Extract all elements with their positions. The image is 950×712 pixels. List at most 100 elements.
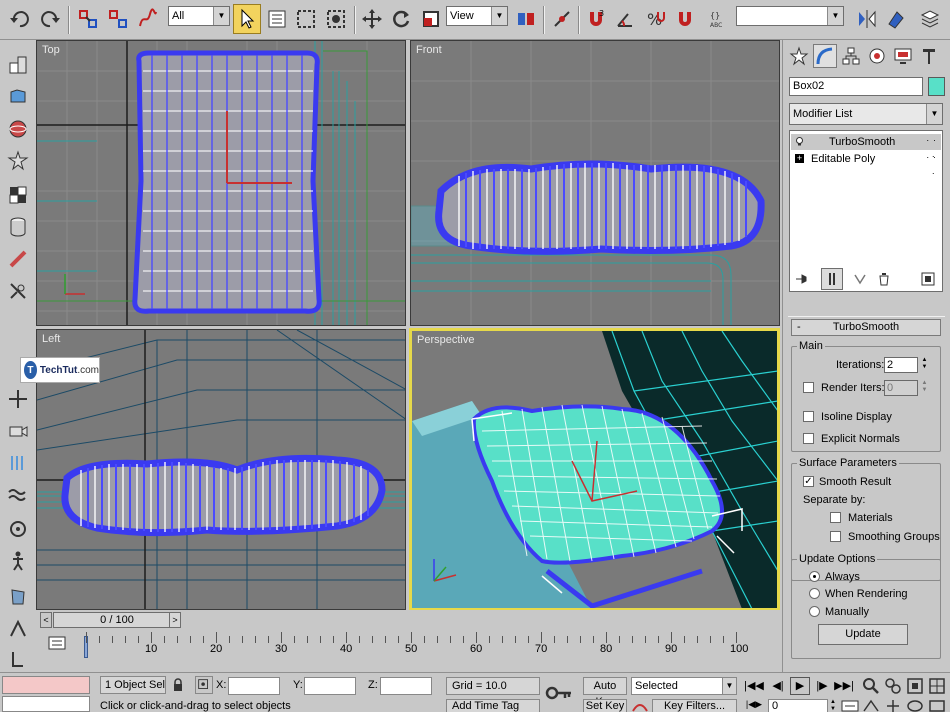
display-tab-icon[interactable] <box>891 44 915 68</box>
spinner-arrows-icon[interactable]: ▲ ▼ <box>920 380 929 396</box>
spinner-arrows-icon[interactable]: ▲ ▼ <box>920 357 929 373</box>
x-coordinate-field[interactable] <box>228 677 280 695</box>
redo-icon[interactable] <box>36 4 64 34</box>
percent-snap-icon[interactable]: % <box>641 4 669 34</box>
expand-plus-icon[interactable]: + <box>795 154 804 163</box>
modifier-list-dropdown[interactable]: Modifier List ▼ <box>789 103 943 125</box>
maxscript-listener[interactable] <box>2 676 90 694</box>
object-color-swatch[interactable] <box>928 77 945 96</box>
camera-icon[interactable] <box>5 418 31 444</box>
align-icon[interactable] <box>882 4 910 34</box>
previous-frame-icon[interactable]: ◀| <box>768 677 788 695</box>
render-iters-spinner-input[interactable]: 0 <box>884 380 918 396</box>
time-slider-thumb[interactable]: 0 / 100 <box>53 612 181 628</box>
modify-tab-icon[interactable] <box>813 44 837 68</box>
key-filters-button[interactable]: Key Filters... <box>652 699 737 712</box>
set-key-mode-icon[interactable] <box>545 683 573 703</box>
layer-manager-icon[interactable] <box>916 4 944 34</box>
viewport-front[interactable]: Front <box>410 40 780 326</box>
hair-icon[interactable] <box>5 616 31 642</box>
y-coordinate-field[interactable] <box>304 677 356 695</box>
next-frame-icon[interactable]: |▶ <box>812 677 832 695</box>
bone-icon[interactable] <box>5 246 31 272</box>
stack-item-turbosmooth[interactable]: TurboSmooth · · · <box>791 134 941 161</box>
time-slider[interactable]: < 0 / 100 > <box>36 610 782 630</box>
undo-icon[interactable] <box>6 4 34 34</box>
track-bar[interactable]: 10 20 30 40 50 60 70 80 90 100 <box>36 630 782 672</box>
lightbulb-icon[interactable] <box>795 137 804 146</box>
zoom-extents-icon[interactable] <box>906 677 924 695</box>
reference-coordinate-dropdown[interactable]: View ▼ <box>446 6 508 26</box>
key-mode-toggle-icon[interactable]: |◀▶ <box>744 699 764 712</box>
shapes-icon[interactable] <box>5 84 31 110</box>
update-button[interactable]: Update <box>818 624 908 645</box>
open-mini-curve-editor-icon[interactable] <box>48 634 66 652</box>
create-tab-icon[interactable] <box>787 44 811 68</box>
auto-key-button[interactable]: Auto Key <box>583 677 627 708</box>
unlink-selection-icon[interactable] <box>104 4 132 34</box>
snap-toggle-icon[interactable]: 3 <box>582 4 610 34</box>
wave-icon[interactable] <box>5 482 31 508</box>
named-selection-dropdown[interactable]: ▼ <box>736 6 844 26</box>
bind-to-space-warp-icon[interactable] <box>134 4 162 34</box>
utilities-tab-icon[interactable] <box>917 44 941 68</box>
go-to-start-icon[interactable]: |◀◀ <box>744 677 764 695</box>
rectangular-selection-icon[interactable] <box>292 4 320 34</box>
stack-item-editable-poly[interactable]: + Editable Poly · · · <box>791 151 941 178</box>
viewport-top[interactable]: Top <box>36 40 406 326</box>
selection-filter-dropdown[interactable]: All ▼ <box>168 6 230 26</box>
absolute-mode-icon[interactable] <box>195 676 213 694</box>
select-and-link-icon[interactable] <box>74 4 102 34</box>
when-rendering-radio[interactable] <box>809 588 820 599</box>
sphere-icon[interactable] <box>5 116 31 142</box>
arc-rotate-icon[interactable] <box>906 699 924 712</box>
render-iters-checkbox[interactable] <box>803 382 814 393</box>
explicit-normals-checkbox[interactable] <box>803 433 814 444</box>
go-to-end-icon[interactable]: ▶▶| <box>834 677 854 695</box>
lights-icon[interactable] <box>5 148 31 174</box>
select-object-icon[interactable] <box>233 4 261 34</box>
zoom-extents-all-icon[interactable] <box>928 677 946 695</box>
z-coordinate-field[interactable] <box>380 677 432 695</box>
smoothing-groups-checkbox[interactable] <box>830 531 841 542</box>
space-warp-icon[interactable] <box>5 450 31 476</box>
zoom-icon[interactable] <box>862 677 880 695</box>
transform-gizmo-icon[interactable] <box>5 386 31 412</box>
window-crossing-icon[interactable] <box>322 4 350 34</box>
viewport-perspective[interactable]: Perspective <box>409 328 780 611</box>
selection-lock-icon[interactable] <box>172 678 184 692</box>
smooth-result-checkbox[interactable]: ✓ <box>803 476 814 487</box>
maximize-viewport-icon[interactable] <box>928 699 946 712</box>
spinner-snap-icon[interactable] <box>671 4 699 34</box>
geometry-icon[interactable] <box>5 52 31 78</box>
move-icon[interactable] <box>358 4 386 34</box>
object-name-field[interactable]: Box02 <box>789 77 923 96</box>
cloth-icon[interactable] <box>5 584 31 610</box>
zoom-all-icon[interactable] <box>884 677 902 695</box>
pivot-center-icon[interactable] <box>512 4 540 34</box>
biped-icon[interactable] <box>5 548 31 574</box>
hierarchy-tab-icon[interactable] <box>839 44 863 68</box>
default-in-out-tangents-icon[interactable] <box>631 699 649 712</box>
set-key-button[interactable]: Set Key <box>583 699 627 712</box>
iterations-spinner-input[interactable]: 2 <box>884 357 918 373</box>
particle-icon[interactable] <box>5 516 31 542</box>
pan-icon[interactable] <box>884 699 902 712</box>
show-end-result-icon[interactable] <box>821 268 843 290</box>
remove-modifier-icon[interactable] <box>873 268 895 290</box>
loft-icon[interactable] <box>5 214 31 240</box>
material-icon[interactable] <box>5 182 31 208</box>
edit-named-selections-icon[interactable]: {} ABC <box>704 4 732 34</box>
field-of-view-icon[interactable] <box>862 699 880 712</box>
configure-modifier-sets-icon[interactable] <box>917 268 939 290</box>
reactor-icon[interactable] <box>5 646 31 672</box>
play-icon[interactable]: ▶ <box>790 677 810 695</box>
always-radio[interactable] <box>809 571 820 582</box>
select-and-manipulate-icon[interactable] <box>548 4 576 34</box>
previous-frame-icon[interactable]: < <box>40 612 52 628</box>
add-time-tag-button[interactable]: Add Time Tag <box>446 699 540 712</box>
pin-stack-icon[interactable] <box>791 268 813 290</box>
current-frame-field[interactable]: 0 <box>768 699 828 712</box>
next-frame-icon[interactable]: > <box>169 612 181 628</box>
time-configuration-icon[interactable] <box>840 699 860 712</box>
